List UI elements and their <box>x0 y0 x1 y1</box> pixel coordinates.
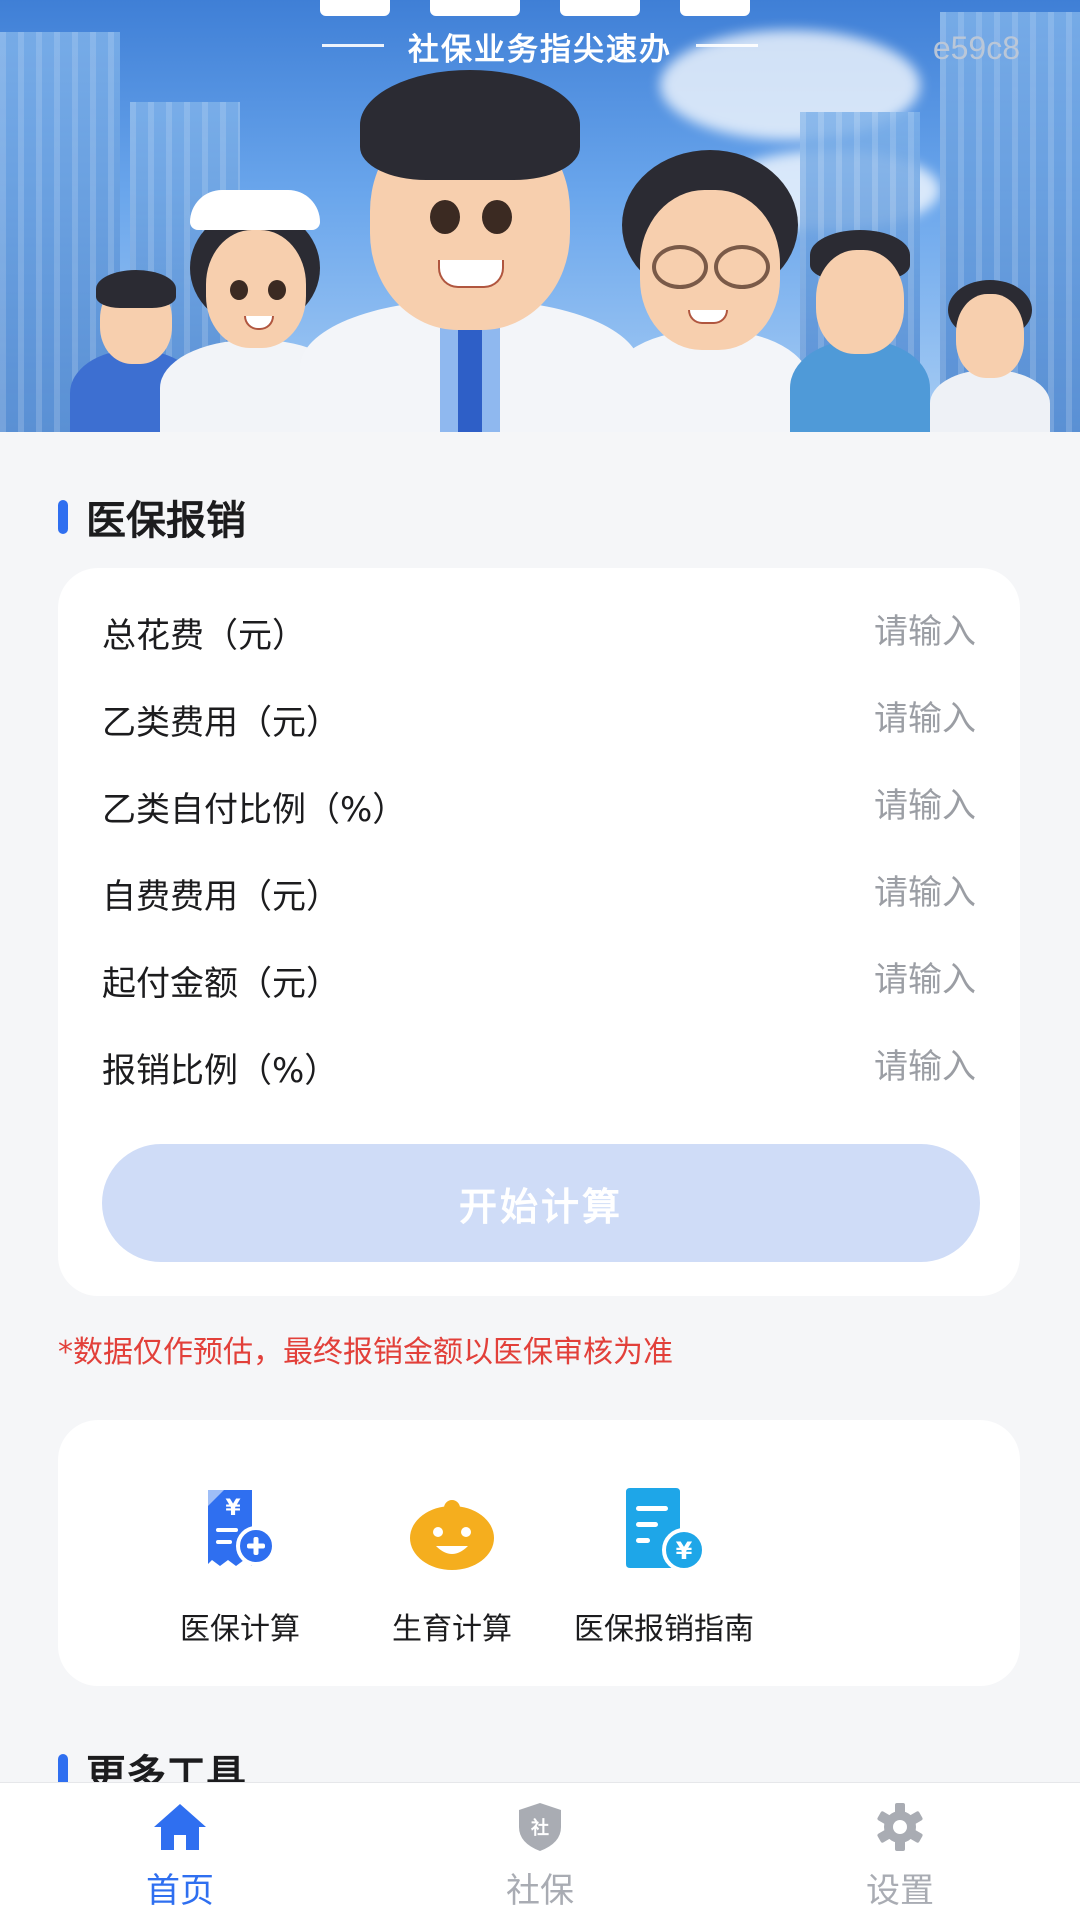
shield-icon: 社 <box>519 1803 561 1851</box>
home-icon <box>154 1804 206 1850</box>
disclaimer-text: *数据仅作预估，最终报销金额以医保审核为准 <box>58 1335 673 1370</box>
medical-bill-icon: ¥ <box>208 1490 276 1566</box>
baby-face-icon <box>410 1500 494 1570</box>
section-title-text: 医保报销 <box>86 498 246 544</box>
doctor-illustration <box>300 70 640 432</box>
section-accent-bar <box>58 500 68 534</box>
reimbursement-guide-icon: ¥ <box>626 1488 706 1572</box>
doctor-glasses-illustration <box>610 150 810 432</box>
tools-card: ¥ 医保计算 生育计算 ¥ 医保报销指南 <box>58 1420 1020 1686</box>
field-label: 乙类自付比例（%） <box>102 789 407 830</box>
bottom-tab-bar: 首页 社 社保 设置 <box>0 1782 1080 1920</box>
svg-text:¥: ¥ <box>225 1496 241 1521</box>
total-cost-input[interactable] <box>716 612 976 652</box>
class-b-cost-input[interactable] <box>716 699 976 739</box>
hero-banner: 社保业务指尖速办 e59c8 <box>0 0 1080 432</box>
tab-label: 社保 <box>506 1871 574 1911</box>
field-label: 报销比例（%） <box>102 1050 339 1091</box>
subtitle-divider <box>696 44 758 47</box>
form-row-class-b-cost: 乙类费用（元） <box>102 689 976 749</box>
svg-text:社: 社 <box>531 1817 549 1839</box>
staff-illustration <box>930 280 1050 432</box>
tool-label: 医保计算 <box>180 1612 300 1647</box>
form-row-reimbursement-ratio: 报销比例（%） <box>102 1037 976 1097</box>
field-label: 自费费用（元） <box>102 876 340 917</box>
field-label: 起付金额（元） <box>102 963 340 1004</box>
start-calculation-button[interactable]: 开始计算 <box>102 1144 980 1262</box>
subtitle-divider <box>322 44 384 47</box>
deductible-input[interactable] <box>716 960 976 1000</box>
field-label: 总花费（元） <box>102 615 306 656</box>
field-label: 乙类费用（元） <box>102 702 340 743</box>
self-pay-cost-input[interactable] <box>716 873 976 913</box>
hero-title-fragment <box>320 0 760 18</box>
section-title-reimbursement: 医保报销 <box>58 488 246 546</box>
class-b-copay-ratio-input[interactable] <box>716 786 976 826</box>
tab-settings[interactable]: 设置 <box>780 1783 1020 1920</box>
form-row-total-cost: 总花费（元） <box>102 602 976 662</box>
tool-label: 生育计算 <box>392 1612 512 1647</box>
form-row-class-b-copay-ratio: 乙类自付比例（%） <box>102 776 976 836</box>
form-row-deductible: 起付金额（元） <box>102 950 976 1010</box>
reimbursement-form-card: 总花费（元） 乙类费用（元） 乙类自付比例（%） 自费费用（元） 起付金额（元）… <box>58 568 1020 1296</box>
tab-label: 设置 <box>866 1871 934 1911</box>
reimbursement-ratio-input[interactable] <box>716 1047 976 1087</box>
staff-illustration <box>790 230 930 432</box>
gear-icon <box>877 1803 923 1851</box>
tab-home[interactable]: 首页 <box>60 1783 300 1920</box>
hero-watermark-code: e59c8 <box>932 30 1020 66</box>
hero-subtitle: 社保业务指尖速办 <box>408 32 672 68</box>
tab-label: 首页 <box>146 1871 214 1911</box>
tab-social-security[interactable]: 社 社保 <box>420 1783 660 1920</box>
svg-text:¥: ¥ <box>676 1537 693 1565</box>
tool-label: 医保报销指南 <box>574 1612 754 1647</box>
form-row-self-pay-cost: 自费费用（元） <box>102 863 976 923</box>
